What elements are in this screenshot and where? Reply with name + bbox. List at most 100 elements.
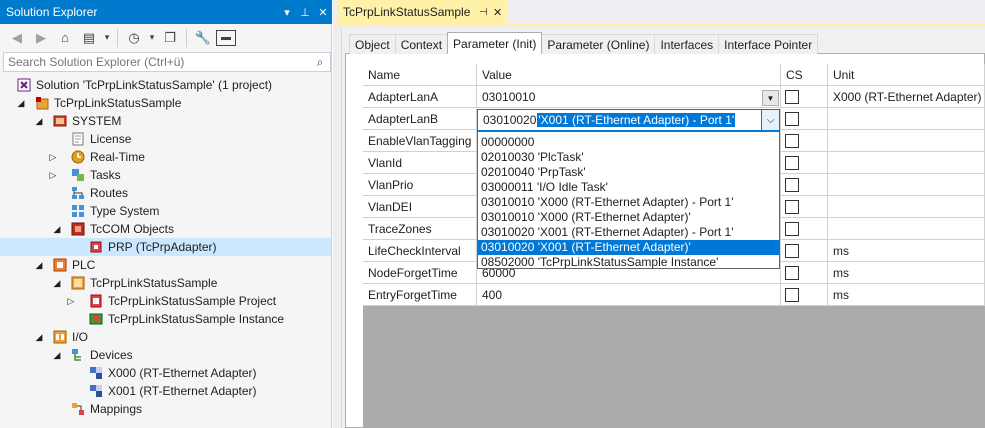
switch-views-icon[interactable]: ▤ <box>78 27 100 49</box>
tree-item-system[interactable]: ◢ SYSTEM <box>0 112 331 130</box>
expanded-arrow-icon[interactable]: ◢ <box>16 94 26 112</box>
collapsed-arrow-icon[interactable]: ▷ <box>48 148 58 166</box>
param-name: LifeCheckInterval <box>363 240 477 262</box>
dropdown-option[interactable]: 08502000 'TcPrpLinkStatusSample Instance… <box>478 255 779 270</box>
tab-interfaces[interactable]: Interfaces <box>654 34 720 54</box>
param-name: EnableVlanTagging <box>363 130 477 152</box>
solution-explorer-search[interactable]: ⌕ <box>3 52 331 72</box>
pending-changes-filter-icon[interactable]: ◷ <box>123 27 145 49</box>
tree-item-mappings[interactable]: Mappings <box>0 400 331 418</box>
tree-item-routes[interactable]: Routes <box>0 184 331 202</box>
document-tab-bar: TcPrpLinkStatusSample ⊣ ✕ <box>333 0 985 24</box>
views-dropdown-icon[interactable]: ▾ <box>102 27 112 49</box>
expanded-arrow-icon[interactable]: ◢ <box>34 256 44 274</box>
expanded-arrow-icon[interactable]: ◢ <box>52 346 62 364</box>
tree-item-label: TcPrpLinkStatusSample Project <box>108 294 277 308</box>
dropdown-option[interactable]: 03010010 'X000 (RT-Ethernet Adapter)' <box>478 210 779 225</box>
collapse-all-icon[interactable]: ❐ <box>159 27 181 49</box>
tree-item-tccom-objects[interactable]: ◢ TcCOM Objects <box>0 220 331 238</box>
tree-item-plc-project-file[interactable]: ▷ TcPrpLinkStatusSample Project <box>0 292 331 310</box>
tree-item-license[interactable]: License <box>0 130 331 148</box>
search-icon[interactable]: ⌕ <box>310 55 330 70</box>
chevron-down-icon[interactable]: ⌵ <box>761 110 779 130</box>
param-name: EntryForgetTime <box>363 284 477 306</box>
cs-checkbox[interactable] <box>785 243 799 258</box>
pin-icon[interactable]: ⊥ <box>296 6 314 19</box>
cs-checkbox[interactable] <box>785 133 799 148</box>
tree-item-type-system[interactable]: Type System <box>0 202 331 220</box>
tree-item-devices[interactable]: ◢ Devices <box>0 346 331 364</box>
dropdown-option[interactable]: 03010020 'X001 (RT-Ethernet Adapter) - P… <box>478 225 779 240</box>
param-value[interactable]: 400 <box>477 284 781 306</box>
document-tab-title: TcPrpLinkStatusSample <box>343 5 471 19</box>
param-name: VlanPrio <box>363 174 477 196</box>
cs-checkbox[interactable] <box>785 199 799 214</box>
dropdown-option[interactable]: 00000000 <box>478 135 779 150</box>
dropdown-option[interactable]: 03010010 'X000 (RT-Ethernet Adapter) - P… <box>478 195 779 210</box>
tree-item-real-time[interactable]: ▷ Real-Time <box>0 148 331 166</box>
cs-checkbox[interactable] <box>785 155 799 170</box>
tab-object[interactable]: Object <box>349 34 396 54</box>
param-name: AdapterLanB <box>363 108 477 130</box>
tree-item-x001[interactable]: X001 (RT-Ethernet Adapter) <box>0 382 331 400</box>
tree-item-label: TcCOM Objects <box>90 222 175 236</box>
tree-item-io[interactable]: ◢ I/O <box>0 328 331 346</box>
solution-explorer-title-bar[interactable]: Solution Explorer ▾ ⊥ ✕ <box>0 0 332 24</box>
cs-checkbox[interactable] <box>785 89 799 104</box>
expanded-arrow-icon[interactable]: ◢ <box>52 220 62 238</box>
cs-checkbox[interactable] <box>785 265 799 280</box>
dropdown-option[interactable]: 02010030 'PlcTask' <box>478 150 779 165</box>
param-cs <box>781 284 828 306</box>
tree-item-plc-project[interactable]: ◢ TcPrpLinkStatusSample <box>0 274 331 292</box>
column-header-name[interactable]: Name <box>363 64 477 86</box>
column-header-cs[interactable]: CS <box>781 64 828 86</box>
param-value[interactable]: 03010010 <box>477 86 781 108</box>
devices-icon <box>70 347 86 363</box>
tree-item-project[interactable]: ◢ TcPrpLinkStatusSample <box>0 94 331 112</box>
tab-parameter-init[interactable]: Parameter (Init) <box>447 32 543 54</box>
tree-item-x000[interactable]: X000 (RT-Ethernet Adapter) <box>0 364 331 382</box>
tree-item-prp-tcprpadapter[interactable]: PRP (TcPrpAdapter) <box>0 238 331 256</box>
expanded-arrow-icon[interactable]: ◢ <box>34 328 44 346</box>
cs-checkbox[interactable] <box>785 221 799 236</box>
collapsed-arrow-icon[interactable]: ▷ <box>66 292 76 310</box>
tree-item-plc[interactable]: ◢ PLC <box>0 256 331 274</box>
window-position-dropdown-icon[interactable]: ▾ <box>278 6 296 19</box>
adapter-lan-a-dropdown-button[interactable]: ▼ <box>762 90 779 106</box>
collapsed-arrow-icon[interactable]: ▷ <box>48 166 58 184</box>
close-icon[interactable]: ✕ <box>314 6 332 19</box>
dropdown-option-selected[interactable]: 03010020 'X001 (RT-Ethernet Adapter)' <box>478 240 779 255</box>
combobox-selected-text[interactable]: 'X001 (RT-Ethernet Adapter) - Port 1' <box>537 113 736 127</box>
dropdown-option[interactable]: 03000011 'I/O Idle Task' <box>478 180 779 195</box>
expanded-arrow-icon[interactable]: ◢ <box>34 112 44 130</box>
param-unit <box>828 130 985 152</box>
solution-icon <box>16 77 32 93</box>
tree-item-solution[interactable]: Solution 'TcPrpLinkStatusSample' (1 proj… <box>0 76 331 94</box>
document-tab[interactable]: TcPrpLinkStatusSample ⊣ ✕ <box>337 0 507 24</box>
tab-context[interactable]: Context <box>394 34 449 54</box>
preview-selected-icon[interactable]: ▬ <box>216 29 236 46</box>
pin-icon[interactable]: ⊣ <box>479 7 493 18</box>
properties-wrench-icon[interactable]: 🔧 <box>192 27 214 49</box>
tab-interface-pointer[interactable]: Interface Pointer <box>718 34 819 54</box>
search-input[interactable] <box>4 55 310 69</box>
forward-icon[interactable]: ▶ <box>30 27 52 49</box>
cs-checkbox[interactable] <box>785 287 799 302</box>
column-header-unit[interactable]: Unit <box>828 64 985 86</box>
filter-dropdown-icon[interactable]: ▾ <box>147 27 157 49</box>
close-icon[interactable]: ✕ <box>493 6 507 19</box>
back-icon[interactable]: ◀ <box>6 27 28 49</box>
tree-item-tasks[interactable]: ▷ Tasks <box>0 166 331 184</box>
tree-item-label: TcPrpLinkStatusSample Instance <box>108 312 285 326</box>
cs-checkbox[interactable] <box>785 111 799 126</box>
cs-checkbox[interactable] <box>785 177 799 192</box>
expanded-arrow-icon[interactable]: ◢ <box>52 274 62 292</box>
tab-parameter-online[interactable]: Parameter (Online) <box>541 34 656 54</box>
tree-item-label: X000 (RT-Ethernet Adapter) <box>108 366 257 380</box>
column-header-value[interactable]: Value <box>477 64 781 86</box>
param-unit <box>828 218 985 240</box>
adapter-lan-b-combobox[interactable]: 03010020 'X001 (RT-Ethernet Adapter) - P… <box>477 109 780 131</box>
tree-item-plc-instance[interactable]: TcPrpLinkStatusSample Instance <box>0 310 331 328</box>
dropdown-option[interactable]: 02010040 'PrpTask' <box>478 165 779 180</box>
home-icon[interactable]: ⌂ <box>54 27 76 49</box>
